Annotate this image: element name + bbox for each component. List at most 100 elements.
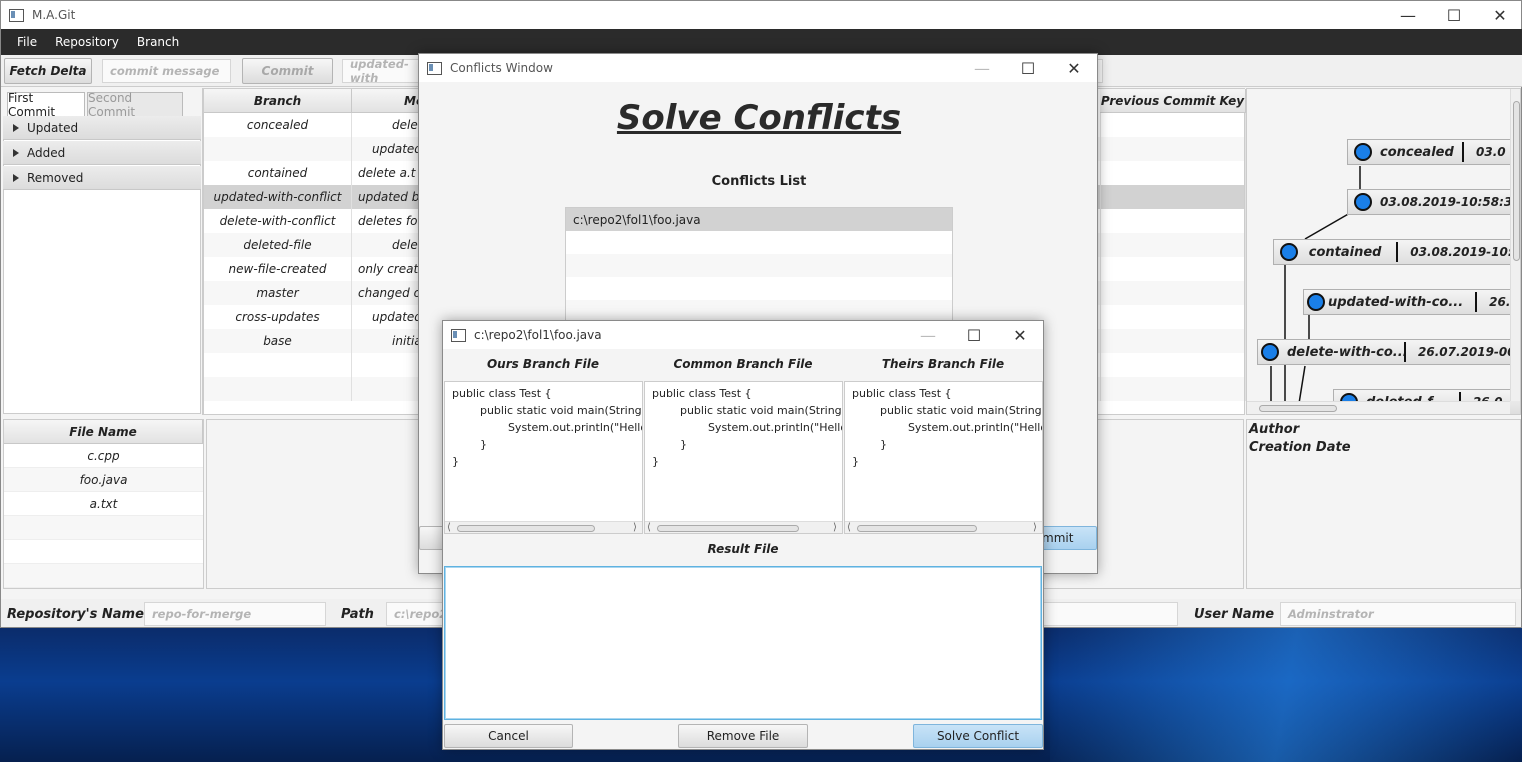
file-window-titlebar: c:\repo2\fol1\foo.java — ☐ ✕ — [443, 321, 1043, 349]
message-cell: updated — [352, 137, 422, 161]
branch-cell: new-file-created — [204, 257, 352, 281]
message-cell: deletes foo.j — [352, 209, 422, 233]
empty-cell — [204, 377, 352, 401]
tab-second-commit[interactable]: Second Commit — [87, 91, 183, 119]
branch-cell: concealed — [204, 113, 352, 137]
column-header-branch[interactable]: Branch — [204, 89, 352, 113]
branch-cell: base — [204, 329, 352, 353]
close-icon[interactable]: ✕ — [1477, 1, 1522, 29]
graph-vertical-scrollbar[interactable] — [1510, 89, 1520, 401]
remove-file-button[interactable]: Remove File — [678, 724, 808, 748]
previous-commit-key-cell — [1100, 209, 1246, 233]
expand-arrow-icon — [13, 123, 19, 132]
previous-commit-key-cell — [1100, 305, 1246, 329]
result-file-editor[interactable] — [444, 566, 1042, 720]
graph-node-contained[interactable]: contained 03.08.2019-10:5 — [1273, 239, 1520, 265]
branch-cell: contained — [204, 161, 352, 185]
message-cell: initial — [352, 329, 422, 353]
maximize-icon[interactable]: ☐ — [951, 321, 997, 349]
minimize-icon[interactable]: — — [905, 321, 951, 349]
minimize-icon[interactable]: — — [1385, 1, 1431, 29]
ours-scrollbar[interactable]: ⟨ ⟩ — [445, 521, 642, 533]
empty-cell — [204, 353, 352, 377]
file-conflict-window: c:\repo2\fol1\foo.java — ☐ ✕ Ours Branch… — [442, 320, 1044, 750]
graph-horizontal-scrollbar[interactable] — [1247, 401, 1510, 414]
status-field-partial — [1041, 602, 1178, 626]
close-icon[interactable]: ✕ — [1051, 54, 1097, 82]
conflict-list-item[interactable]: c:\repo2\fol1\foo.java — [566, 208, 952, 231]
previous-commit-key-cell — [1100, 113, 1246, 137]
creation-date-label: Creation Date — [1249, 440, 1351, 455]
menu-repository[interactable]: Repository — [47, 35, 127, 49]
tab-first-commit[interactable]: First Commit — [7, 91, 85, 119]
graph-node-delete-with-conflict[interactable]: delete-with-co... 26.07.2019-00 — [1257, 339, 1520, 365]
result-file-header: Result File — [707, 542, 779, 556]
file-row[interactable] — [4, 564, 203, 588]
conflicts-list: c:\repo2\fol1\foo.java — [565, 207, 953, 327]
common-file-view[interactable]: public class Test { public static void m… — [644, 381, 843, 534]
tree-item-updated[interactable]: Updated — [3, 116, 201, 140]
author-label: Author — [1249, 422, 1300, 437]
menu-branch[interactable]: Branch — [129, 35, 187, 49]
fetch-delta-button[interactable]: Fetch Delta — [4, 58, 92, 84]
theirs-file-view[interactable]: public class Test { public static void m… — [844, 381, 1043, 534]
maximize-icon[interactable]: ☐ — [1005, 54, 1051, 82]
graph-node-concealed[interactable]: concealed 03.0 — [1347, 139, 1520, 165]
conflicts-window-title: Conflicts Window — [450, 61, 553, 75]
graph-node-updated-with-conflict[interactable]: updated-with-co...26.07 — [1303, 289, 1520, 315]
commit-button[interactable]: Commit — [242, 58, 333, 84]
previous-commit-key-cell — [1100, 233, 1246, 257]
message-cell: only creatin — [352, 257, 422, 281]
window-icon — [451, 328, 466, 342]
path-label: Path — [341, 607, 374, 622]
previous-commit-key-cell — [1100, 329, 1246, 353]
commit-dot-icon — [1261, 343, 1279, 361]
ours-branch-file-header: Ours Branch File — [486, 357, 600, 371]
column-header-message[interactable]: Me — [352, 89, 424, 113]
tree-item-added[interactable]: Added — [3, 141, 201, 165]
commit-dot-icon — [1354, 193, 1372, 211]
branch-cell — [204, 137, 352, 161]
common-scrollbar[interactable]: ⟨ ⟩ — [645, 521, 842, 533]
solve-conflict-button[interactable]: Solve Conflict — [913, 724, 1043, 748]
graph-node-commit[interactable]: 03.08.2019-10:58:35:80 — [1347, 189, 1520, 215]
file-row[interactable]: c.cpp — [4, 444, 203, 468]
branch-cell: master — [204, 281, 352, 305]
solve-conflicts-heading: Solve Conflicts — [616, 98, 902, 138]
previous-commit-key-cell — [1100, 377, 1246, 401]
repository-name-field: repo-for-merge — [144, 602, 326, 626]
file-window-title: c:\repo2\fol1\foo.java — [474, 328, 602, 342]
file-row[interactable]: foo.java — [4, 468, 203, 492]
column-header-previous-commit-key[interactable]: Previous Commit Key — [1100, 89, 1246, 113]
maximize-icon[interactable]: ☐ — [1431, 1, 1477, 29]
theirs-scrollbar[interactable]: ⟨ ⟩ — [845, 521, 1042, 533]
cancel-button[interactable]: Cancel — [444, 724, 573, 748]
file-row[interactable]: a.txt — [4, 492, 203, 516]
column-header-file-name[interactable]: File Name — [4, 420, 203, 444]
commit-dot-icon — [1307, 293, 1325, 311]
close-icon[interactable]: ✕ — [997, 321, 1043, 349]
ours-file-view[interactable]: public class Test { public static void m… — [444, 381, 643, 534]
message-cell: updated bot — [352, 185, 422, 209]
branch-cell: deleted-file — [204, 233, 352, 257]
theirs-code: public class Test { public static void m… — [852, 387, 1043, 468]
common-code: public class Test { public static void m… — [652, 387, 843, 468]
conflicts-list-title: Conflicts List — [711, 174, 807, 189]
theirs-branch-file-header: Theirs Branch File — [881, 357, 1005, 371]
previous-commit-key-cell — [1100, 185, 1246, 209]
minimize-icon[interactable]: — — [959, 54, 1005, 82]
file-row[interactable] — [4, 516, 203, 540]
commit-dot-icon — [1354, 143, 1372, 161]
message-cell: delete — [352, 233, 422, 257]
tree-item-removed[interactable]: Removed — [3, 166, 201, 190]
app-icon — [9, 8, 24, 22]
main-titlebar: M.A.Git — ☐ ✕ — [1, 1, 1521, 29]
previous-commit-key-cell — [1100, 137, 1246, 161]
commit-message-input[interactable]: commit message — [102, 59, 231, 83]
app-title: M.A.Git — [32, 8, 76, 22]
user-name-field: Adminstrator — [1280, 602, 1516, 626]
branch-name-input[interactable]: updated-with — [342, 57, 422, 85]
commit-graph: concealed03.0 03.08.2019-10:58:35:80 con… — [1246, 88, 1521, 415]
menu-file[interactable]: File — [9, 35, 45, 49]
file-row[interactable] — [4, 540, 203, 564]
